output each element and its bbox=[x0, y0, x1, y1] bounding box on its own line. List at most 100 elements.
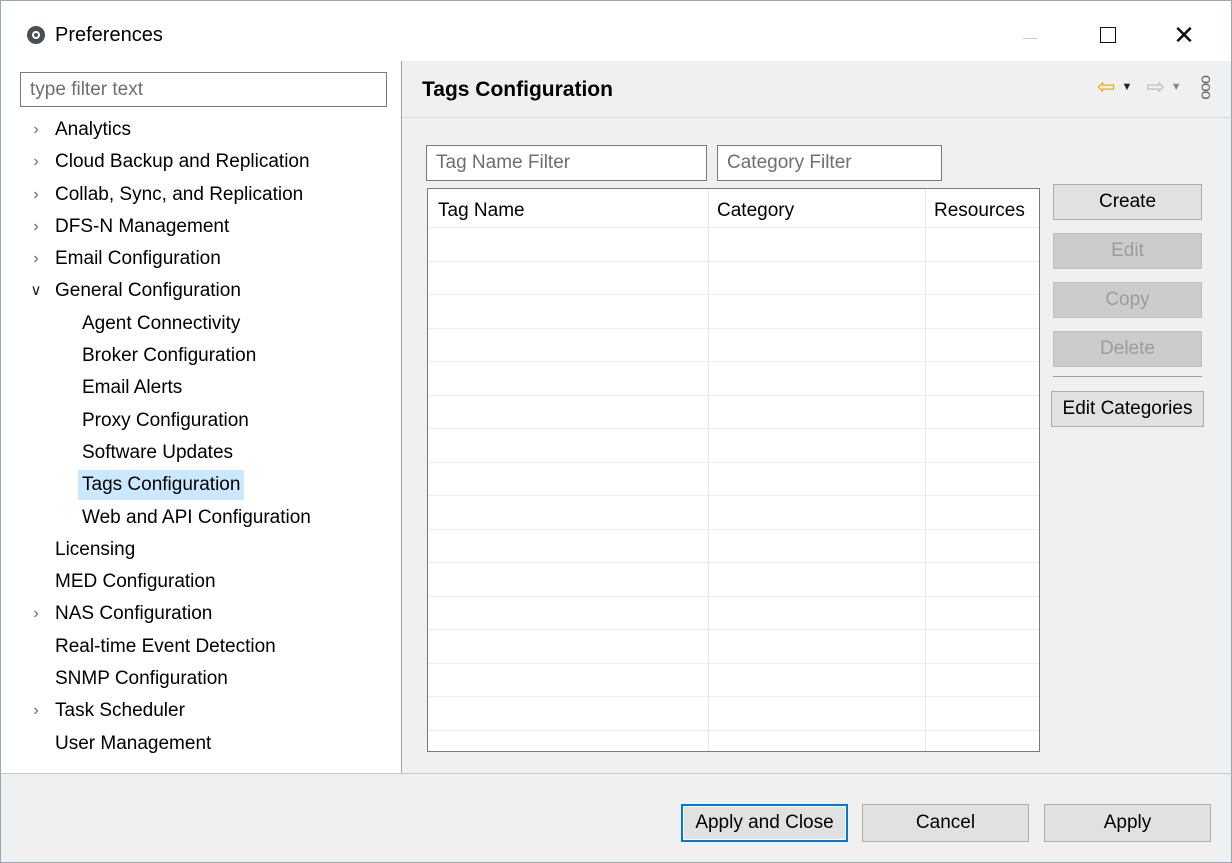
view-menu-icon[interactable]: ooo bbox=[1198, 75, 1215, 99]
tree-item[interactable]: MED Configuration bbox=[1, 566, 401, 598]
tree-item-label: Licensing bbox=[55, 538, 136, 560]
preferences-tree-panel: ›Analytics›Cloud Backup and Replication›… bbox=[1, 61, 401, 773]
tags-table[interactable]: Tag Name Category Resources bbox=[427, 188, 1040, 752]
tree-item[interactable]: › Cloud Backup and Replication bbox=[1, 146, 401, 178]
dialog-body: ›Analytics›Cloud Backup and Replication›… bbox=[1, 61, 1231, 773]
back-dropdown-icon[interactable]: ▼ bbox=[1121, 81, 1132, 93]
app-logo-icon bbox=[27, 26, 45, 44]
delete-button[interactable]: Delete bbox=[1053, 331, 1202, 367]
maximize-button[interactable] bbox=[1085, 15, 1131, 55]
tree-item[interactable]: › NAS Configuration bbox=[1, 598, 401, 630]
page-header: Tags Configuration ⇦ ▼ ⇨ ▼ ooo bbox=[402, 61, 1231, 118]
table-row-line bbox=[428, 294, 1039, 295]
tree-item-label: Proxy Configuration bbox=[82, 409, 249, 431]
table-row-line bbox=[428, 261, 1039, 262]
chevron-right-icon[interactable]: › bbox=[29, 243, 43, 275]
table-row-line bbox=[428, 696, 1039, 697]
chevron-down-icon[interactable]: ∨ bbox=[29, 275, 43, 307]
tree-item-label: DFS-N Management bbox=[55, 215, 230, 237]
table-row-line bbox=[428, 361, 1039, 362]
tree-item[interactable]: Web and API Configuration bbox=[1, 502, 401, 534]
page-navigation: ⇦ ▼ ⇨ ▼ ooo bbox=[1097, 75, 1215, 99]
table-row-line bbox=[428, 462, 1039, 463]
chevron-right-icon[interactable]: › bbox=[29, 695, 43, 727]
cancel-button[interactable]: Cancel bbox=[862, 804, 1029, 842]
dialog-footer: Apply and Close Cancel Apply bbox=[1, 773, 1231, 862]
tree-item-label: Task Scheduler bbox=[55, 700, 185, 722]
table-row-line bbox=[428, 227, 1039, 228]
tree-item-label: Email Alerts bbox=[82, 377, 183, 399]
column-header-tag-name[interactable]: Tag Name bbox=[438, 199, 525, 223]
tree-item-label: Cloud Backup and Replication bbox=[55, 151, 310, 173]
column-header-category[interactable]: Category bbox=[717, 199, 794, 223]
table-row-line bbox=[428, 562, 1039, 563]
tree-item[interactable]: ∨ General Configuration bbox=[1, 275, 401, 307]
apply-and-close-button[interactable]: Apply and Close bbox=[681, 804, 848, 842]
chevron-right-icon[interactable]: › bbox=[29, 211, 43, 243]
table-row-line bbox=[428, 428, 1039, 429]
tree-item-label: Web and API Configuration bbox=[82, 506, 311, 528]
forward-dropdown-icon[interactable]: ▼ bbox=[1171, 81, 1182, 93]
filter-input[interactable] bbox=[20, 72, 387, 107]
tag-name-filter-input[interactable] bbox=[426, 145, 707, 181]
table-row-line bbox=[428, 328, 1039, 329]
tree-item[interactable]: › Analytics bbox=[1, 114, 401, 146]
preferences-tree: › Analytics › Cloud Backup and Replication ›… bbox=[1, 114, 401, 760]
tree-item[interactable]: Proxy Configuration bbox=[1, 405, 401, 437]
tree-item[interactable]: Real-time Event Detection bbox=[1, 631, 401, 663]
preferences-window: Preferences ✕ › Analytics › Cloud Backup an… bbox=[0, 0, 1232, 863]
minimize-icon bbox=[1023, 37, 1037, 39]
tree-item[interactable]: Email Alerts bbox=[1, 372, 401, 404]
column-divider bbox=[708, 189, 709, 751]
chevron-right-icon[interactable]: › bbox=[29, 114, 43, 146]
tree-item[interactable]: › Collab, Sync, and Replication bbox=[1, 179, 401, 211]
tree-item[interactable]: Software Updates bbox=[1, 437, 401, 469]
close-button[interactable]: ✕ bbox=[1161, 15, 1207, 55]
tree-item-label: Real-time Event Detection bbox=[55, 635, 276, 657]
tree-item[interactable]: › Email Configuration bbox=[1, 243, 401, 275]
edit-button[interactable]: Edit bbox=[1053, 233, 1202, 269]
tags-configuration-page: Tag Name Category Resources Create Edit … bbox=[402, 118, 1231, 773]
tree-item[interactable]: SNMP Configuration bbox=[1, 663, 401, 695]
tree-item[interactable]: Agent Connectivity bbox=[1, 308, 401, 340]
tree-item-label: Agent Connectivity bbox=[82, 312, 241, 334]
category-filter-input[interactable] bbox=[717, 145, 942, 181]
table-row-line bbox=[428, 730, 1039, 731]
tree-item-label: SNMP Configuration bbox=[55, 668, 228, 690]
tree-item-label: Tags Configuration bbox=[78, 470, 245, 501]
tree-item-label: Email Configuration bbox=[55, 248, 221, 270]
table-row-line bbox=[428, 529, 1039, 530]
tree-item[interactable]: › DFS-N Management bbox=[1, 211, 401, 243]
tree-item[interactable]: Licensing bbox=[1, 534, 401, 566]
tree-item[interactable]: › Task Scheduler bbox=[1, 695, 401, 727]
chevron-right-icon[interactable]: › bbox=[29, 179, 43, 211]
minimize-button[interactable] bbox=[1007, 15, 1053, 55]
column-header-resources[interactable]: Resources bbox=[934, 199, 1025, 223]
back-arrow-icon[interactable]: ⇦ bbox=[1097, 76, 1115, 98]
forward-arrow-icon[interactable]: ⇨ bbox=[1146, 76, 1164, 98]
close-icon: ✕ bbox=[1173, 20, 1195, 50]
tree-item-label: Analytics bbox=[55, 119, 132, 140]
table-row-line bbox=[428, 663, 1039, 664]
tree-item-label: Collab, Sync, and Replication bbox=[55, 183, 304, 205]
apply-button[interactable]: Apply bbox=[1044, 804, 1211, 842]
chevron-right-icon[interactable]: › bbox=[29, 146, 43, 178]
copy-button[interactable]: Copy bbox=[1053, 282, 1202, 318]
window-title: Preferences bbox=[55, 24, 163, 46]
tree-item-label: MED Configuration bbox=[55, 571, 216, 593]
table-row-line bbox=[428, 495, 1039, 496]
create-button[interactable]: Create bbox=[1053, 184, 1202, 220]
tree-item[interactable]: Broker Configuration bbox=[1, 340, 401, 372]
table-row-line bbox=[428, 629, 1039, 630]
chevron-right-icon[interactable]: › bbox=[29, 598, 43, 630]
button-separator bbox=[1053, 376, 1202, 377]
tree-item[interactable]: User Management bbox=[1, 728, 401, 760]
edit-categories-button[interactable]: Edit Categories bbox=[1051, 391, 1204, 427]
page-title: Tags Configuration bbox=[422, 78, 613, 101]
tree-item-label: NAS Configuration bbox=[55, 603, 213, 625]
table-row-line bbox=[428, 395, 1039, 396]
tree-item-label: User Management bbox=[55, 732, 212, 754]
column-divider bbox=[925, 189, 926, 751]
tree-item-label: Broker Configuration bbox=[82, 345, 257, 367]
tree-item[interactable]: Tags Configuration bbox=[1, 469, 401, 501]
